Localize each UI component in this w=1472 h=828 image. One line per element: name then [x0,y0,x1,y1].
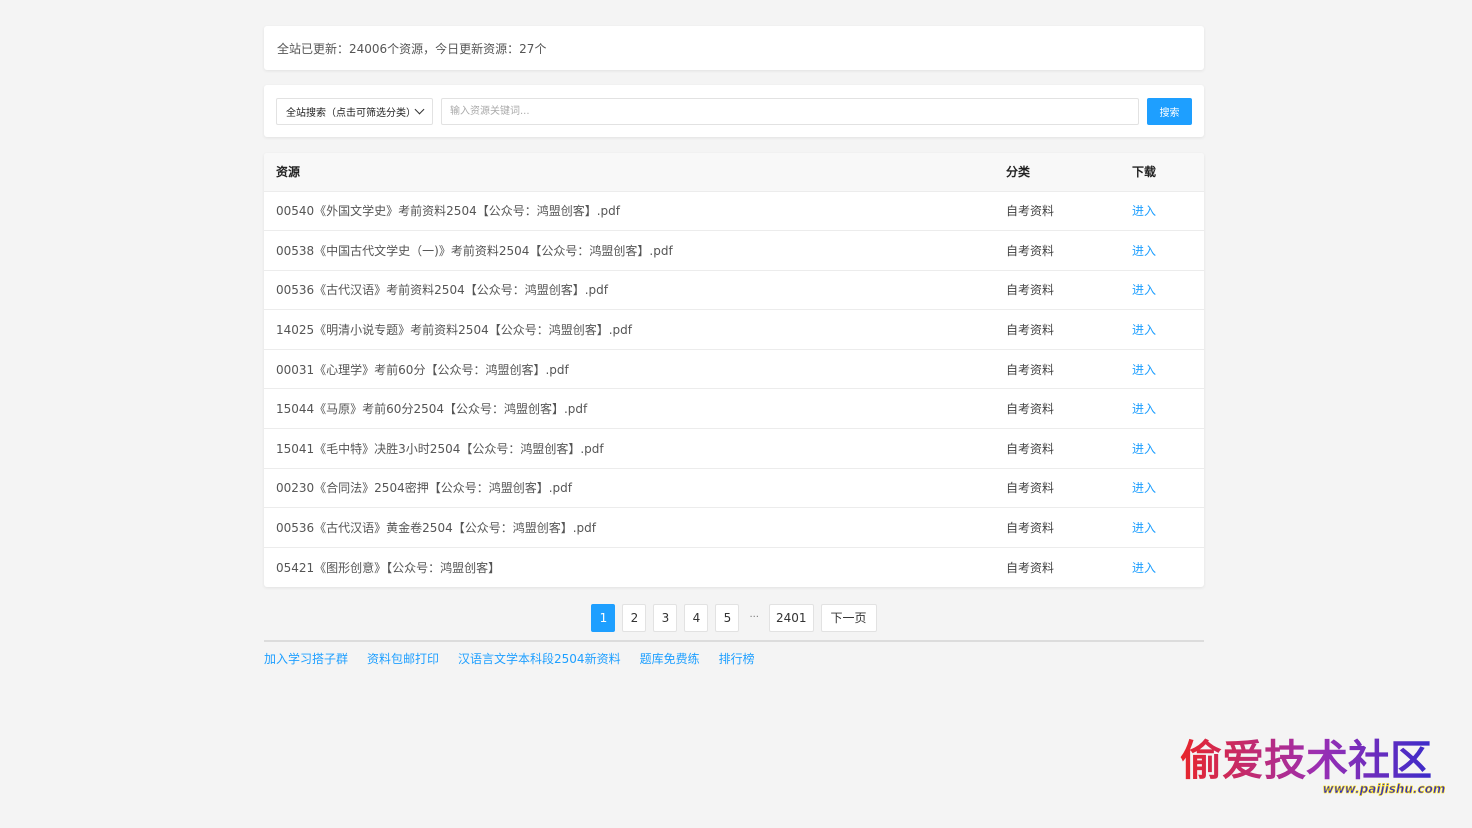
resource-name: 15044《马原》考前60分2504【公众号：鸿盟创客】.pdf [264,388,994,429]
resource-name: 00031《心理学》考前60分【公众号：鸿盟创客】.pdf [264,348,994,389]
resource-name: 05421《图形创意》【公众号：鸿盟创客】 [264,546,994,587]
search-input[interactable] [441,97,1139,125]
table-row: 00538《中国古代文学史（一)》考前资料2504【公众号：鸿盟创客】.pdf … [264,230,1204,271]
footer-link-study-group[interactable]: 加入学习搭子群 [264,650,348,667]
resource-category: 自考资料 [994,467,1120,508]
header-resource: 资源 [276,165,301,180]
enter-link[interactable]: 进入 [1132,204,1156,218]
enter-link[interactable]: 进入 [1132,481,1156,495]
resource-category: 自考资料 [994,309,1120,350]
enter-link[interactable]: 进入 [1132,363,1156,377]
table-row: 14025《明清小说专题》考前资料2504【公众号：鸿盟创客】.pdf 自考资料… [264,309,1204,350]
table-row: 00031《心理学》考前60分【公众号：鸿盟创客】.pdf 自考资料 进入 [264,348,1204,389]
resource-name: 15041《毛中特》决胜3小时2504【公众号：鸿盟创客】.pdf [264,428,994,469]
footer-link-new-materials[interactable]: 汉语言文学本科段2504新资料 [458,650,621,667]
table-row: 15044《马原》考前60分2504【公众号：鸿盟创客】.pdf 自考资料 进入 [264,388,1204,429]
enter-link[interactable]: 进入 [1132,561,1156,575]
table-row: 00536《古代汉语》考前资料2504【公众号：鸿盟创客】.pdf 自考资料 进… [264,269,1204,310]
table-row: 05421《图形创意》【公众号：鸿盟创客】 自考资料 进入 [264,546,1204,587]
footer-link-print[interactable]: 资料包邮打印 [367,650,439,667]
page-button-1[interactable]: 1 [591,603,616,632]
resource-category: 自考资料 [994,507,1120,548]
resource-name: 00536《古代汉语》黄金卷2504【公众号：鸿盟创客】.pdf [264,507,994,548]
footer-divider [264,639,1204,642]
paijishu-watermark-logo: 偷爱技术社区 www.paijishu.com [1180,736,1446,796]
enter-link[interactable]: 进入 [1132,323,1156,337]
enter-link[interactable]: 进入 [1132,283,1156,297]
resource-category: 自考资料 [994,546,1120,587]
resource-name: 00538《中国古代文学史（一)》考前资料2504【公众号：鸿盟创客】.pdf [264,230,994,271]
table-row: 00536《古代汉语》黄金卷2504【公众号：鸿盟创客】.pdf 自考资料 进入 [264,507,1204,548]
enter-link[interactable]: 进入 [1132,402,1156,416]
pagination: 1 2 3 4 5 ··· 2401 下一页 [264,603,1204,632]
header-category: 分类 [1006,165,1031,180]
table-row: 15041《毛中特》决胜3小时2504【公众号：鸿盟创客】.pdf 自考资料 进… [264,428,1204,469]
search-button[interactable]: 搜索 [1147,97,1192,125]
search-bar: 全站搜索（点击可筛选分类） 搜索 [264,85,1204,137]
footer-links: 加入学习搭子群 资料包邮打印 汉语言文学本科段2504新资料 题库免费练 排行榜 [264,650,1204,667]
page-button-3[interactable]: 3 [653,603,678,632]
page-button-2[interactable]: 2 [622,603,647,632]
stats-bar: 全站已更新：24006个资源，今日更新资源：27个 [264,26,1204,70]
watermark-title: 偷爱技术社区 [1180,736,1432,785]
table-row: 00230《合同法》2504密押【公众号：鸿盟创客】.pdf 自考资料 进入 [264,467,1204,508]
footer-link-question-bank[interactable]: 题库免费练 [640,650,700,667]
watermark-url: www.paijishu.com [1323,782,1446,796]
enter-link[interactable]: 进入 [1132,521,1156,535]
stats-text: 全站已更新：24006个资源，今日更新资源：27个 [277,41,547,56]
chevron-down-icon [414,104,425,114]
resource-category: 自考资料 [994,428,1120,469]
table-header-row: 资源 分类 下载 [264,153,1204,191]
page-ellipsis: ··· [749,612,759,624]
resource-category: 自考资料 [994,348,1120,389]
resource-category: 自考资料 [994,269,1120,310]
resource-category: 自考资料 [994,190,1120,231]
footer-link-ranking[interactable]: 排行榜 [719,650,755,667]
category-select-label: 全站搜索（点击可筛选分类） [286,107,416,119]
next-page-button[interactable]: 下一页 [820,603,877,632]
enter-link[interactable]: 进入 [1132,442,1156,456]
resource-name: 00540《外国文学史》考前资料2504【公众号：鸿盟创客】.pdf [264,190,994,231]
resource-name: 00536《古代汉语》考前资料2504【公众号：鸿盟创客】.pdf [264,269,994,310]
main-container: 全站已更新：24006个资源，今日更新资源：27个 全站搜索（点击可筛选分类） … [264,26,1204,667]
page-button-5[interactable]: 5 [715,603,740,632]
resource-category: 自考资料 [994,230,1120,271]
category-select[interactable]: 全站搜索（点击可筛选分类） [276,97,433,125]
page-button-last[interactable]: 2401 [769,603,814,632]
enter-link[interactable]: 进入 [1132,244,1156,258]
header-download: 下载 [1132,165,1157,180]
page-button-4[interactable]: 4 [684,603,709,632]
resource-category: 自考资料 [994,388,1120,429]
resource-table: 资源 分类 下载 00540《外国文学史》考前资料2504【公众号：鸿盟创客】.… [264,153,1204,587]
table-row: 00540《外国文学史》考前资料2504【公众号：鸿盟创客】.pdf 自考资料 … [264,190,1204,231]
resource-name: 00230《合同法》2504密押【公众号：鸿盟创客】.pdf [264,467,994,508]
resource-name: 14025《明清小说专题》考前资料2504【公众号：鸿盟创客】.pdf [264,309,994,350]
